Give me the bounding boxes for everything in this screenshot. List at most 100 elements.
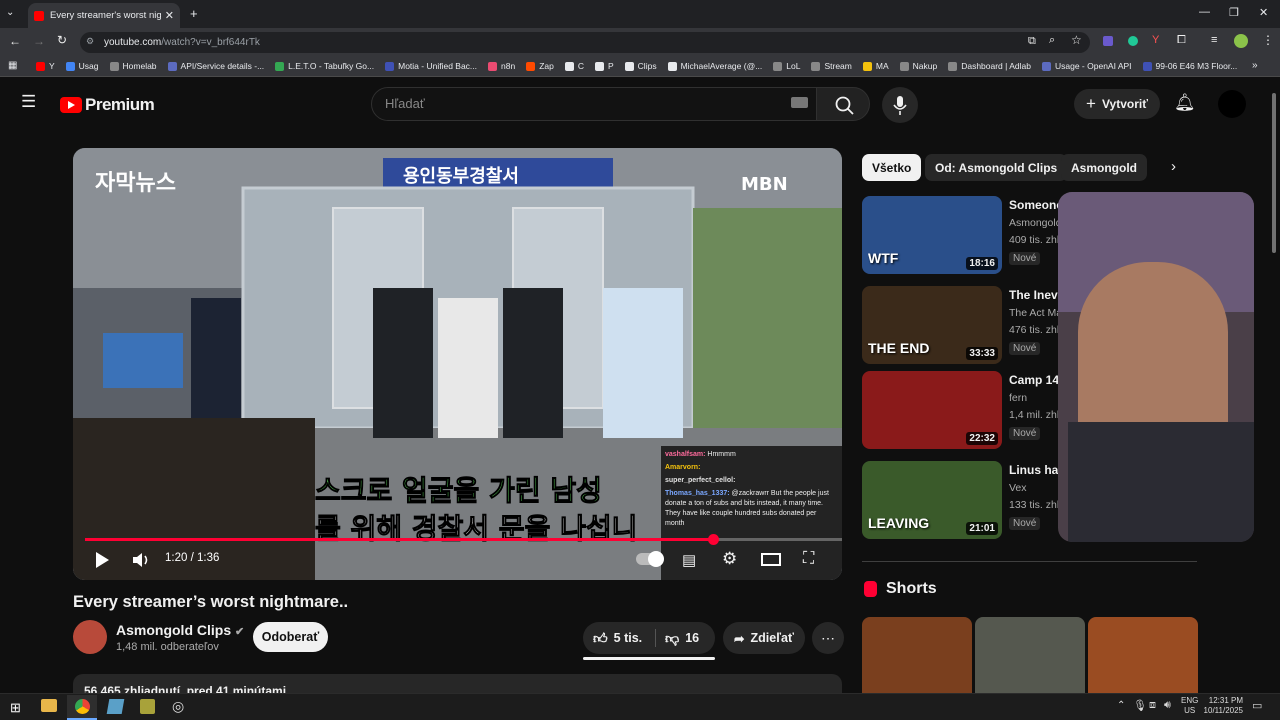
profile-avatar[interactable] <box>1234 34 1248 48</box>
video-title[interactable]: The Inevit <box>1009 288 1061 302</box>
search-button[interactable] <box>816 87 870 121</box>
share-button[interactable]: ➦ Zdieľať <box>723 622 805 654</box>
back-icon[interactable]: ← <box>9 34 21 48</box>
file-explorer-icon[interactable] <box>41 699 57 712</box>
app-icon-3[interactable] <box>140 699 155 714</box>
bookmark-item[interactable]: MA <box>862 61 889 71</box>
channel-name[interactable]: fern <box>1009 392 1059 404</box>
app-icon-2[interactable] <box>106 699 125 714</box>
tray-mic-icon[interactable]: 🎙︎ <box>1133 699 1147 712</box>
bookmarks-overflow-icon[interactable]: » <box>1252 60 1258 71</box>
browser-menu-icon[interactable]: ⋮ <box>1262 33 1274 47</box>
app-icon-4[interactable]: ◎ <box>172 698 184 715</box>
bookmark-item[interactable]: Homelab <box>109 61 157 71</box>
restore-icon[interactable]: ❐ <box>1229 6 1239 19</box>
language-indicator[interactable]: ENG US <box>1181 696 1198 716</box>
progress-track[interactable] <box>85 534 842 545</box>
short-thumbnail-2[interactable] <box>975 617 1085 693</box>
bookmark-item[interactable]: Stream <box>811 61 852 71</box>
bookmark-item[interactable]: 99-06 E46 M3 Floor... <box>1142 61 1237 71</box>
channel-name[interactable]: Asmongold <box>1009 217 1059 229</box>
create-button[interactable]: + Vytvoriť <box>1074 89 1160 119</box>
short-thumbnail-3[interactable] <box>1088 617 1198 693</box>
scrollbar-thumb[interactable] <box>1272 93 1276 253</box>
settings-gear-icon[interactable]: ⚙ <box>722 549 737 569</box>
bookmark-item[interactable]: L.E.T.O - Tabuľky Go... <box>275 61 374 71</box>
channel-name[interactable]: Vex <box>1009 482 1059 494</box>
autoplay-toggle[interactable] <box>636 551 664 567</box>
forward-icon[interactable]: → <box>33 34 45 48</box>
reading-list-icon[interactable]: ≡ <box>1211 34 1217 46</box>
video-player[interactable]: 자막뉴스 MBN 용인동부경찰서 스크로 얼굴을 가린 남성 를 위해 경찰서 … <box>73 148 842 580</box>
notification-center-icon[interactable]: ▭ <box>1252 699 1262 712</box>
chrome-taskbar-button[interactable] <box>67 695 97 720</box>
keyboard-icon[interactable] <box>791 97 808 108</box>
tab-active[interactable]: Every streamer's worst nightmare ✕ <box>28 3 180 28</box>
reload-icon[interactable]: ↻ <box>57 33 67 47</box>
extension-grammarly-icon[interactable] <box>1128 36 1138 46</box>
video-thumbnail[interactable]: THE END 33:33 <box>862 286 1002 364</box>
zoom-icon[interactable]: ⌕ <box>1049 34 1055 47</box>
close-tab-icon[interactable]: ✕ <box>165 9 174 22</box>
short-thumbnail-1[interactable] <box>862 617 972 693</box>
tab-search-icon[interactable]: ⌄ <box>6 7 14 18</box>
apps-grid-icon[interactable]: ▦ <box>8 60 17 71</box>
hamburger-menu-icon[interactable]: ☰ <box>21 92 36 112</box>
bookmark-item[interactable]: n8n <box>488 61 515 71</box>
tray-network-icon[interactable]: ⧈ <box>1149 699 1156 712</box>
site-info-icon[interactable]: ⚙ <box>86 36 94 47</box>
theater-mode-icon[interactable] <box>761 553 781 566</box>
bookmark-item[interactable]: Usage - OpenAI API <box>1042 61 1132 71</box>
extension-icon[interactable] <box>1103 36 1113 46</box>
bookmark-item[interactable]: Usag <box>65 61 99 71</box>
channel-name[interactable]: The Act Ma <box>1009 307 1059 319</box>
minimize-icon[interactable]: — <box>1199 6 1210 18</box>
play-button[interactable] <box>93 550 111 575</box>
bookmark-star-icon[interactable]: ☆ <box>1071 33 1082 47</box>
description-box[interactable]: 56 465 zhliadnutí pred 41 minútami <box>73 674 842 693</box>
install-app-icon[interactable]: ⧉ <box>1028 35 1036 48</box>
close-window-icon[interactable]: ✕ <box>1259 6 1268 19</box>
account-avatar[interactable] <box>1218 90 1246 118</box>
notifications-bell-icon[interactable]: 🔔︎ <box>1174 93 1196 113</box>
channel-avatar[interactable] <box>73 620 107 654</box>
bookmark-item[interactable]: P <box>595 61 614 71</box>
bookmark-item[interactable]: LoL <box>773 61 800 71</box>
address-bar[interactable]: youtube.com/watch?v=v_brf644rTk <box>80 32 1090 53</box>
video-title[interactable]: Someone's me.. <box>1009 198 1061 212</box>
fullscreen-icon[interactable]: ⛶ <box>803 550 814 568</box>
windows-start-icon[interactable]: ⊞ <box>10 700 21 716</box>
search-input[interactable]: Hľadať <box>371 87 817 121</box>
tray-overflow-icon[interactable]: ⌃ <box>1117 700 1125 711</box>
video-title[interactable]: Linus has <box>1009 463 1061 477</box>
clock[interactable]: 12:31 PM 10/11/2025 <box>1203 696 1243 716</box>
bookmark-item[interactable]: Dashboard | Adlab <box>948 61 1031 71</box>
channel-name[interactable]: Asmongold Clips ✔ <box>116 622 244 638</box>
bookmark-item[interactable]: Clips <box>624 61 657 71</box>
more-actions-icon[interactable]: ⋯ <box>812 622 844 654</box>
new-tab-icon[interactable]: + <box>190 6 198 21</box>
chip-from-channel[interactable]: Od: Asmongold Clips <box>925 154 1068 181</box>
bookmark-item[interactable]: Zap <box>526 61 554 71</box>
voice-search-button[interactable] <box>882 87 918 123</box>
bookmark-item[interactable]: MichaelAverage (@... <box>667 61 762 71</box>
bookmark-item[interactable]: Motia - Unified Bac... <box>385 61 477 71</box>
video-title[interactable]: Camp 14: Place in N <box>1009 373 1061 387</box>
like-button[interactable]: 👍︎ 5 tis. <box>583 622 655 654</box>
video-thumbnail[interactable]: LEAVING 21:01 <box>862 461 1002 539</box>
volume-button[interactable] <box>131 550 151 575</box>
chips-next-icon[interactable]: › <box>1171 158 1176 175</box>
video-thumbnail[interactable]: WTF 18:16 <box>862 196 1002 274</box>
bookmark-item[interactable]: Nakup <box>899 61 937 71</box>
bookmark-item[interactable]: API/Service details -... <box>167 61 264 71</box>
dislike-button[interactable]: 👎︎ 16 <box>657 622 715 654</box>
bookmark-item[interactable]: C <box>564 61 584 71</box>
youtube-logo[interactable]: Premium <box>60 95 155 115</box>
bookmark-item[interactable]: Y <box>36 61 55 71</box>
chip-asmongold[interactable]: Asmongold <box>1061 154 1147 181</box>
page-scrollbar[interactable] <box>1271 85 1277 689</box>
subtitles-icon[interactable]: ▤ <box>682 551 696 569</box>
extensions-puzzle-icon[interactable]: ⧠ <box>1177 34 1186 47</box>
tray-volume-icon[interactable]: 🔊︎ <box>1164 699 1171 712</box>
subscribe-button[interactable]: Odoberať <box>253 622 328 652</box>
